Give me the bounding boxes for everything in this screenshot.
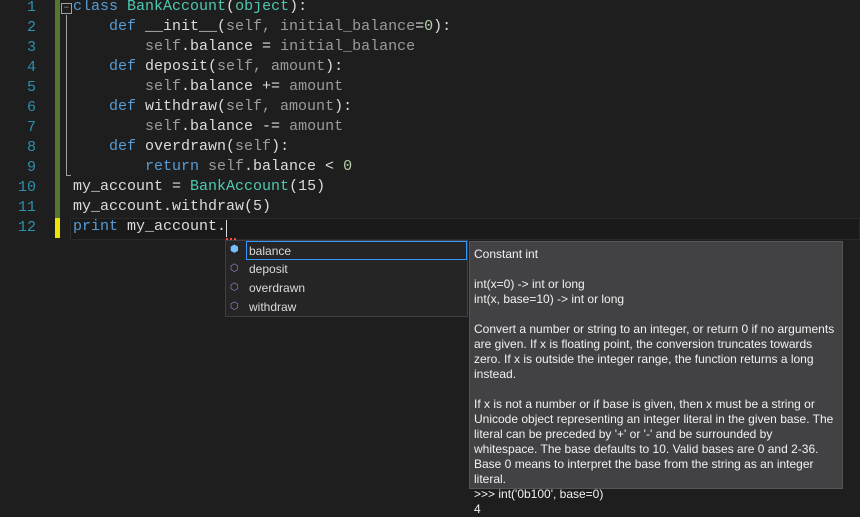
fold-region-end bbox=[66, 175, 71, 176]
code-token-num: 0 bbox=[343, 158, 353, 175]
method-icon: ⬡ bbox=[230, 301, 239, 312]
code-token-self: self, initial_balance bbox=[226, 18, 416, 35]
code-token-cls: BankAccount bbox=[190, 178, 290, 195]
code-token-self: self bbox=[235, 138, 272, 155]
code-token-txt: = bbox=[415, 18, 425, 35]
code-line[interactable]: class BankAccount(object): bbox=[73, 0, 860, 18]
fold-collapse-icon[interactable]: − bbox=[61, 3, 72, 14]
code-token-cls: object bbox=[235, 0, 290, 15]
code-token-txt: ): bbox=[433, 18, 452, 35]
fold-region-line bbox=[66, 15, 67, 175]
method-icon: ⬡ bbox=[230, 263, 239, 274]
method-icon: ⬡ bbox=[230, 282, 239, 293]
tooltip-example-result: 4 bbox=[474, 502, 481, 516]
line-number: 3 bbox=[26, 39, 36, 56]
code-token-txt: ( bbox=[217, 98, 227, 115]
code-token-kw: def bbox=[73, 98, 146, 115]
code-token-txt: ): bbox=[271, 138, 290, 155]
code-token-self: self bbox=[73, 38, 182, 55]
code-token-num: 0 bbox=[424, 18, 434, 35]
code-token-self: self, amount bbox=[217, 58, 326, 75]
line-number: 2 bbox=[26, 19, 36, 36]
unsaved-change-bar bbox=[55, 218, 60, 238]
code-token-txt: .balance < bbox=[244, 158, 344, 175]
saved-change-bar bbox=[55, 0, 60, 218]
line-number: 12 bbox=[17, 219, 36, 236]
code-line[interactable]: def __init__(self, initial_balance=0): bbox=[73, 18, 860, 38]
code-token-txt: my_account.withdraw(5) bbox=[73, 198, 272, 215]
code-token-self: amount bbox=[289, 118, 344, 135]
code-line[interactable]: return self.balance < 0 bbox=[73, 158, 860, 178]
tooltip-description: Convert a number or string to an integer… bbox=[474, 322, 835, 381]
tooltip-description: If x is not a number or if base is given… bbox=[474, 397, 834, 486]
code-line[interactable]: my_account = BankAccount(15) bbox=[73, 178, 860, 198]
completion-item-label: deposit bbox=[249, 262, 288, 276]
code-token-txt: overdrawn bbox=[145, 138, 227, 155]
code-token-kw: def bbox=[73, 138, 146, 155]
code-line[interactable]: def overdrawn(self): bbox=[73, 138, 860, 158]
code-token-kw: def bbox=[73, 18, 146, 35]
line-number: 8 bbox=[26, 139, 36, 156]
code-token-txt: ( bbox=[226, 138, 236, 155]
code-token-txt: ): bbox=[325, 58, 344, 75]
code-line[interactable]: print my_account. bbox=[73, 218, 860, 238]
constant-icon: ⬢ bbox=[230, 244, 239, 255]
completion-list[interactable]: ⬢ balance ⬡ deposit ⬡ overdrawn ⬡ withdraw bbox=[225, 240, 468, 317]
code-token-txt: ): bbox=[334, 98, 353, 115]
line-number: 11 bbox=[17, 199, 36, 216]
code-token-self: initial_balance bbox=[280, 38, 416, 55]
code-token-self: self bbox=[73, 118, 182, 135]
line-number: 6 bbox=[26, 99, 36, 116]
code-line[interactable]: def deposit(self, amount): bbox=[73, 58, 860, 78]
quick-info-tooltip: Constant int int(x=0) -> int or long int… bbox=[469, 241, 843, 516]
code-token-txt: .balance += bbox=[181, 78, 290, 95]
completion-item-label: balance bbox=[246, 241, 467, 260]
code-token-kw: class bbox=[73, 0, 128, 15]
code-token-txt: deposit bbox=[145, 58, 209, 75]
code-token-txt: ( bbox=[217, 18, 227, 35]
line-number: 4 bbox=[26, 59, 36, 76]
code-line[interactable]: self.balance -= amount bbox=[73, 118, 860, 138]
completion-item-deposit[interactable]: ⬡ deposit bbox=[226, 260, 467, 279]
code-token-txt: __init__ bbox=[145, 18, 218, 35]
code-token-txt: .balance = bbox=[181, 38, 281, 55]
completion-item-withdraw[interactable]: ⬡ withdraw bbox=[226, 298, 467, 317]
tooltip-signature: int(x=0) -> int or long bbox=[474, 277, 585, 291]
code-token-txt: my_account. bbox=[127, 218, 227, 235]
line-number: 10 bbox=[17, 179, 36, 196]
tooltip-signature: int(x, base=10) -> int or long bbox=[474, 292, 625, 306]
code-line[interactable]: my_account.withdraw(5) bbox=[73, 198, 860, 218]
code-line[interactable]: self.balance = initial_balance bbox=[73, 38, 860, 58]
code-token-txt: my_account = bbox=[73, 178, 191, 195]
code-line[interactable]: def withdraw(self, amount): bbox=[73, 98, 860, 118]
completion-item-balance[interactable]: ⬢ balance bbox=[226, 241, 467, 260]
code-token-txt: (15) bbox=[289, 178, 326, 195]
code-token-self: self, amount bbox=[226, 98, 335, 115]
line-number: 7 bbox=[26, 119, 36, 136]
code-token-kw: print bbox=[73, 218, 128, 235]
line-number: 1 bbox=[26, 0, 36, 16]
code-token-cls: BankAccount bbox=[127, 0, 227, 15]
line-number: 9 bbox=[26, 159, 36, 176]
code-token-kw: return bbox=[73, 158, 209, 175]
code-token-txt: ( bbox=[226, 0, 236, 15]
code-token-txt: .balance -= bbox=[181, 118, 290, 135]
tooltip-title: Constant int bbox=[474, 247, 539, 261]
completion-item-label: overdrawn bbox=[249, 281, 306, 295]
completion-item-overdrawn[interactable]: ⬡ overdrawn bbox=[226, 279, 467, 298]
line-number: 5 bbox=[26, 79, 36, 96]
code-token-self: amount bbox=[289, 78, 344, 95]
code-token-self: self bbox=[73, 78, 182, 95]
code-token-txt: ): bbox=[289, 0, 308, 15]
completion-item-label: withdraw bbox=[249, 300, 297, 314]
code-line[interactable]: self.balance += amount bbox=[73, 78, 860, 98]
code-token-self: self bbox=[208, 158, 245, 175]
code-token-kw: def bbox=[73, 58, 146, 75]
code-token-txt: withdraw bbox=[145, 98, 218, 115]
code-token-txt: ( bbox=[208, 58, 218, 75]
